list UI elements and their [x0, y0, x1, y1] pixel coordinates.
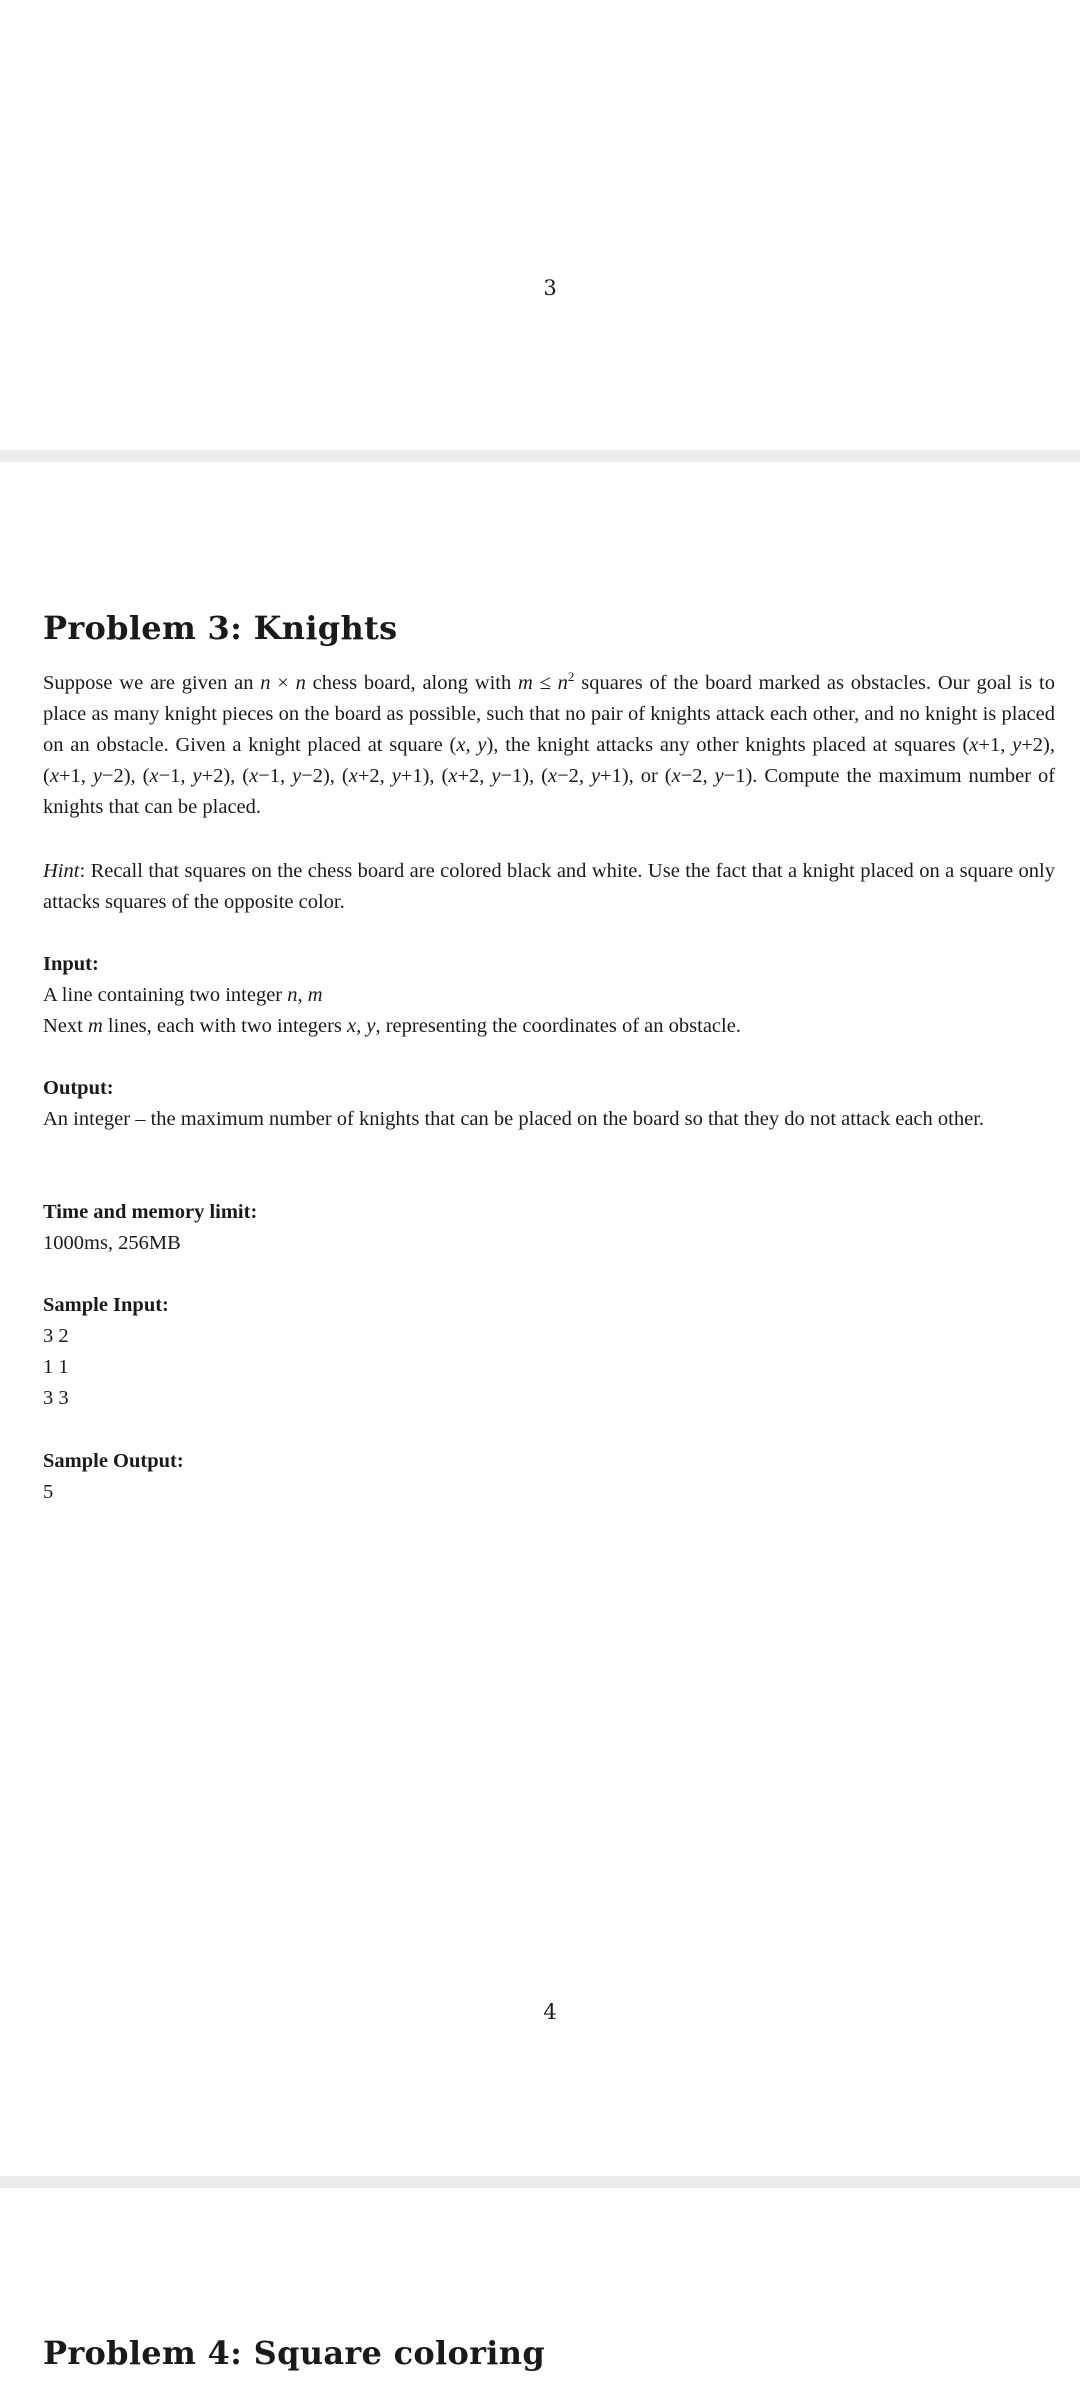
page-number-3: 3: [543, 276, 557, 300]
sample-input-line: 3 2: [43, 1325, 69, 1347]
sample-output-heading: Sample Output:: [43, 1450, 184, 1472]
problem-3-statement: Suppose we are given an n × n chess boar…: [43, 669, 1056, 818]
output-heading: Output:: [43, 1077, 114, 1099]
output-section: Output: An integer – the maximum number …: [43, 1073, 1055, 1135]
sample-output-section: Sample Output: 5: [43, 1446, 1055, 1508]
problem-3-hint: Hint: Recall that squares on the chess b…: [43, 856, 1055, 918]
input-section: Input: A line containing two integer n, …: [43, 949, 1055, 1042]
input-line-1: A line containing two integer n, m: [43, 984, 323, 1006]
sample-input-line: 3 3: [43, 1387, 69, 1409]
problem-3-title: Problem 3: Knights: [43, 609, 398, 647]
hint-text: : Recall that squares on the chess board…: [43, 860, 1055, 913]
sample-input-section: Sample Input: 3 2 1 1 3 3: [43, 1290, 1055, 1414]
page-separator: [0, 2176, 1080, 2188]
page-separator: [0, 450, 1080, 462]
sample-output-line: 5: [43, 1481, 54, 1503]
limit-section: Time and memory limit: 1000ms, 256MB: [43, 1197, 1055, 1259]
sample-input-heading: Sample Input:: [43, 1294, 169, 1316]
hint-label: Hint: [43, 860, 80, 882]
problem-4-title: Problem 4: Square coloring: [43, 2334, 546, 2372]
output-text: An integer – the maximum number of knigh…: [43, 1108, 985, 1130]
limit-text: 1000ms, 256MB: [43, 1232, 181, 1254]
input-line-2: Next m lines, each with two integers x, …: [43, 1015, 741, 1037]
limit-heading: Time and memory limit:: [43, 1201, 258, 1223]
input-heading: Input:: [43, 953, 99, 975]
sample-input-line: 1 1: [43, 1356, 69, 1378]
page-number-4: 4: [543, 2000, 557, 2024]
